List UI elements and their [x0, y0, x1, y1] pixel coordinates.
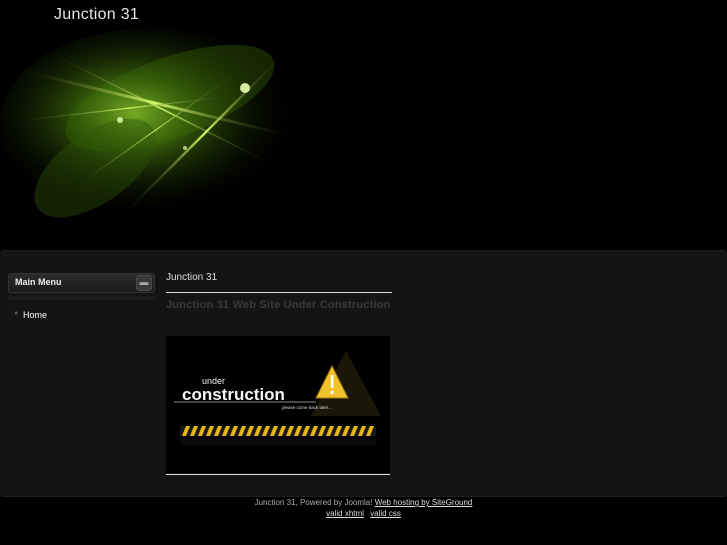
tagline: please come back later...: [282, 405, 332, 410]
main-menu-header: Main Menu ▬: [8, 273, 155, 293]
breadcrumb[interactable]: Junction 31: [166, 272, 392, 283]
valid-css-link[interactable]: valid css: [370, 509, 401, 518]
main-menu-list: ● Home: [8, 310, 155, 320]
construction-word: construction: [182, 385, 285, 404]
article-title: Junction 31 Web Site Under Construction: [166, 299, 391, 311]
footer-line-1: Junction 31, Powered by Joomla! Web host…: [0, 497, 727, 508]
hosting-link[interactable]: Web hosting by SiteGround: [375, 498, 473, 507]
hazard-stripes: [180, 426, 376, 445]
footer-line-2: valid xhtml valid css: [0, 508, 727, 519]
main-content: Junction 31 Junction 31 Web Site Under C…: [166, 272, 392, 475]
toggle-icon[interactable]: ▬: [136, 275, 152, 291]
divider-top: [166, 292, 392, 293]
green-light-burst-graphic: [0, 28, 301, 219]
main-menu-title: Main Menu: [15, 277, 62, 287]
menu-item-home-link[interactable]: Home: [23, 310, 47, 320]
under-construction-image: under construction please come back late…: [166, 336, 390, 473]
site-title[interactable]: Junction 31: [54, 6, 139, 24]
valid-xhtml-link[interactable]: valid xhtml: [326, 509, 364, 518]
menu-divider: [8, 296, 155, 300]
menu-item-home: ● Home: [8, 310, 155, 320]
divider-bottom: [166, 474, 390, 475]
bullet-icon: ●: [14, 310, 19, 317]
footer: Junction 31, Powered by Joomla! Web host…: [0, 497, 727, 519]
footer-credit: Junction 31, Powered by Joomla!: [254, 498, 373, 507]
main-menu-module: Main Menu ▬ ● Home: [8, 273, 155, 320]
site-header: Junction 31: [0, 0, 727, 250]
